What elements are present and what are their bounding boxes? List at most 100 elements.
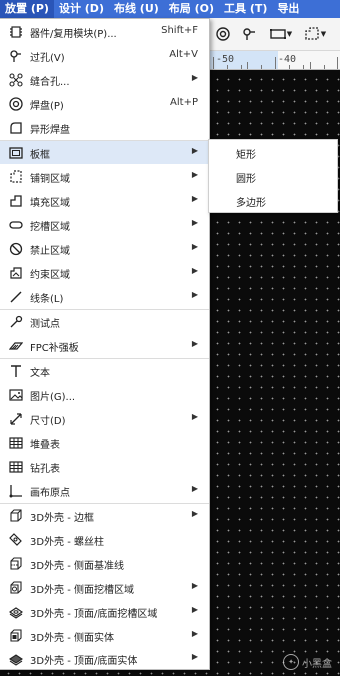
chevron-right-icon: ▶ bbox=[191, 484, 198, 493]
menu-item-label: 约束区域 bbox=[30, 270, 70, 281]
menu-item-label: 板框 bbox=[30, 150, 50, 161]
menu-item-label: 画布原点 bbox=[30, 488, 70, 499]
3d-side-slot-icon bbox=[8, 580, 23, 595]
shortcut-label: Alt+P bbox=[170, 97, 198, 108]
chevron-right-icon: ▶ bbox=[191, 339, 198, 348]
menu-item-3d-shell-frame[interactable]: 3D外壳 - 边框 ▶ bbox=[0, 504, 209, 527]
menu-item-via[interactable]: 过孔(V) Alt+V bbox=[0, 44, 209, 67]
menu-item-stitching-via[interactable]: 缝合孔... ▶ bbox=[0, 68, 209, 91]
custom-pad-icon bbox=[8, 120, 23, 135]
menu-item-copper-area[interactable]: 铺铜区域 ▶ bbox=[0, 165, 209, 188]
menu-item-label: 焊盘(P) bbox=[30, 101, 64, 112]
menu-item-label: 异形焊盘 bbox=[30, 125, 70, 136]
menu-item-label: 铺铜区域 bbox=[30, 174, 70, 185]
ruler-tick bbox=[275, 57, 276, 69]
watermark-logo-icon: ✦ bbox=[283, 654, 299, 670]
menu-item-constraint-area[interactable]: 约束区域 ▶ bbox=[0, 261, 209, 284]
menu-item-3d-side-baseline[interactable]: 3D外壳 - 侧面基准线 bbox=[0, 552, 209, 575]
3d-side-baseline-icon bbox=[8, 556, 23, 571]
ruler-label: -50 bbox=[216, 54, 235, 65]
menu-item-line[interactable]: 线条(L) ▶ bbox=[0, 285, 209, 308]
menu-item-dimension[interactable]: 尺寸(D) ▶ bbox=[0, 407, 209, 430]
via-icon bbox=[243, 28, 255, 40]
rectangle-icon bbox=[269, 29, 286, 39]
chevron-right-icon: ▶ bbox=[191, 146, 198, 155]
menu-item-stackup-table[interactable]: 堆叠表 bbox=[0, 431, 209, 454]
menu-item-board-outline[interactable]: 板框 ▶ bbox=[0, 141, 209, 164]
stitching-via-icon bbox=[8, 72, 23, 87]
menu-item-label: 3D外壳 - 侧面挖槽区域 bbox=[30, 585, 135, 596]
fpc-stiffener-icon bbox=[8, 338, 23, 353]
watermark-text: 小黑盒 bbox=[302, 658, 332, 670]
chevron-right-icon: ▶ bbox=[191, 218, 198, 227]
menu-item-label: 挖槽区域 bbox=[30, 222, 70, 233]
menu-item-label: 3D外壳 - 边框 bbox=[30, 513, 95, 524]
3d-top-bottom-slot-icon bbox=[8, 604, 23, 619]
menu-item-pad[interactable]: 焊盘(P) Alt+P bbox=[0, 92, 209, 115]
slot-area-icon bbox=[8, 217, 23, 232]
menu-route[interactable]: 布线 (U) bbox=[109, 0, 164, 18]
menu-export[interactable]: 导出 bbox=[272, 0, 304, 18]
menu-tools[interactable]: 工具 (T) bbox=[219, 0, 272, 18]
menu-item-label: 3D外壳 - 侧面基准线 bbox=[30, 561, 125, 572]
submenu-item-polygon[interactable]: 多边形 bbox=[209, 188, 337, 212]
ruler-tick bbox=[247, 62, 248, 69]
menu-item-3d-side-solid[interactable]: 3D外壳 - 侧面实体 ▶ bbox=[0, 624, 209, 647]
chevron-right-icon: ▶ bbox=[191, 73, 198, 82]
submenu-item-rectangle[interactable]: 矩形 bbox=[209, 140, 337, 164]
board-outline-icon bbox=[8, 145, 23, 160]
menu-item-3d-side-slot[interactable]: 3D外壳 - 侧面挖槽区域 ▶ bbox=[0, 576, 209, 599]
keepout-area-icon bbox=[8, 241, 23, 256]
chevron-right-icon: ▶ bbox=[191, 412, 198, 421]
polygon-tool-button[interactable]: ▼ bbox=[300, 25, 330, 43]
chevron-right-icon: ▶ bbox=[191, 629, 198, 638]
menu-item-label: 线条(L) bbox=[30, 294, 64, 305]
menu-item-fill-area[interactable]: 填充区域 ▶ bbox=[0, 189, 209, 212]
menu-item-custom-pad[interactable]: 异形焊盘 bbox=[0, 116, 209, 139]
chevron-down-icon: ▼ bbox=[286, 30, 293, 38]
chevron-right-icon: ▶ bbox=[191, 290, 198, 299]
chevron-right-icon: ▶ bbox=[191, 652, 198, 661]
menu-item-canvas-origin[interactable]: 画布原点 ▶ bbox=[0, 479, 209, 502]
watermark: ✦ 小黑盒 bbox=[283, 654, 332, 670]
chevron-right-icon: ▶ bbox=[191, 581, 198, 590]
chevron-right-icon: ▶ bbox=[191, 605, 198, 614]
ruler-tick bbox=[310, 62, 311, 69]
pad-icon bbox=[216, 27, 230, 41]
chevron-right-icon: ▶ bbox=[191, 170, 198, 179]
canvas-origin-icon bbox=[8, 483, 23, 498]
polygon-icon bbox=[305, 27, 319, 40]
place-menu: 器件/复用模块(P)... Shift+F 过孔(V) Alt+V 缝合孔...… bbox=[0, 18, 210, 670]
ruler-tick bbox=[213, 57, 214, 69]
menu-item-test-point[interactable]: 测试点 bbox=[0, 310, 209, 333]
3d-screw-post-icon bbox=[8, 532, 23, 547]
menu-item-component[interactable]: 器件/复用模块(P)... Shift+F bbox=[0, 20, 209, 43]
stackup-table-icon bbox=[8, 435, 23, 450]
menu-item-drill-table[interactable]: 钻孔表 bbox=[0, 455, 209, 478]
rectangle-tool-button[interactable]: ▼ bbox=[266, 25, 296, 43]
menu-item-3d-screw-post[interactable]: 3D外壳 - 螺丝柱 bbox=[0, 528, 209, 551]
submenu-item-label: 矩形 bbox=[236, 150, 256, 161]
line-icon bbox=[8, 289, 23, 304]
menu-item-label: 缝合孔... bbox=[30, 77, 70, 88]
menu-place[interactable]: 放置 (P) bbox=[0, 0, 54, 18]
menu-item-label: 器件/复用模块(P)... bbox=[30, 29, 117, 40]
menu-item-slot-area[interactable]: 挖槽区域 ▶ bbox=[0, 213, 209, 236]
menu-design[interactable]: 设计 (D) bbox=[54, 0, 109, 18]
test-point-icon bbox=[8, 314, 23, 329]
via-tool-button[interactable] bbox=[240, 25, 258, 43]
3d-top-bottom-solid-icon bbox=[8, 651, 23, 666]
pad-tool-button[interactable] bbox=[214, 25, 232, 43]
menu-item-text[interactable]: 文本 bbox=[0, 359, 209, 382]
menu-layout[interactable]: 布局 (O) bbox=[164, 0, 219, 18]
menu-item-fpc-stiffener[interactable]: FPC补强板 ▶ bbox=[0, 334, 209, 357]
submenu-item-circle[interactable]: 圆形 bbox=[209, 164, 337, 188]
shortcut-label: Alt+V bbox=[169, 49, 198, 60]
chevron-right-icon: ▶ bbox=[191, 194, 198, 203]
menu-item-image[interactable]: 图片(G)... bbox=[0, 383, 209, 406]
menu-item-3d-top-bottom-slot[interactable]: 3D外壳 - 顶面/底面挖槽区域 ▶ bbox=[0, 600, 209, 623]
menu-item-keepout-area[interactable]: 禁止区域 ▶ bbox=[0, 237, 209, 260]
chevron-right-icon: ▶ bbox=[191, 509, 198, 518]
ruler-tick bbox=[337, 57, 338, 69]
menu-item-3d-top-bottom-solid[interactable]: 3D外壳 - 顶面/底面实体 ▶ bbox=[0, 647, 209, 670]
